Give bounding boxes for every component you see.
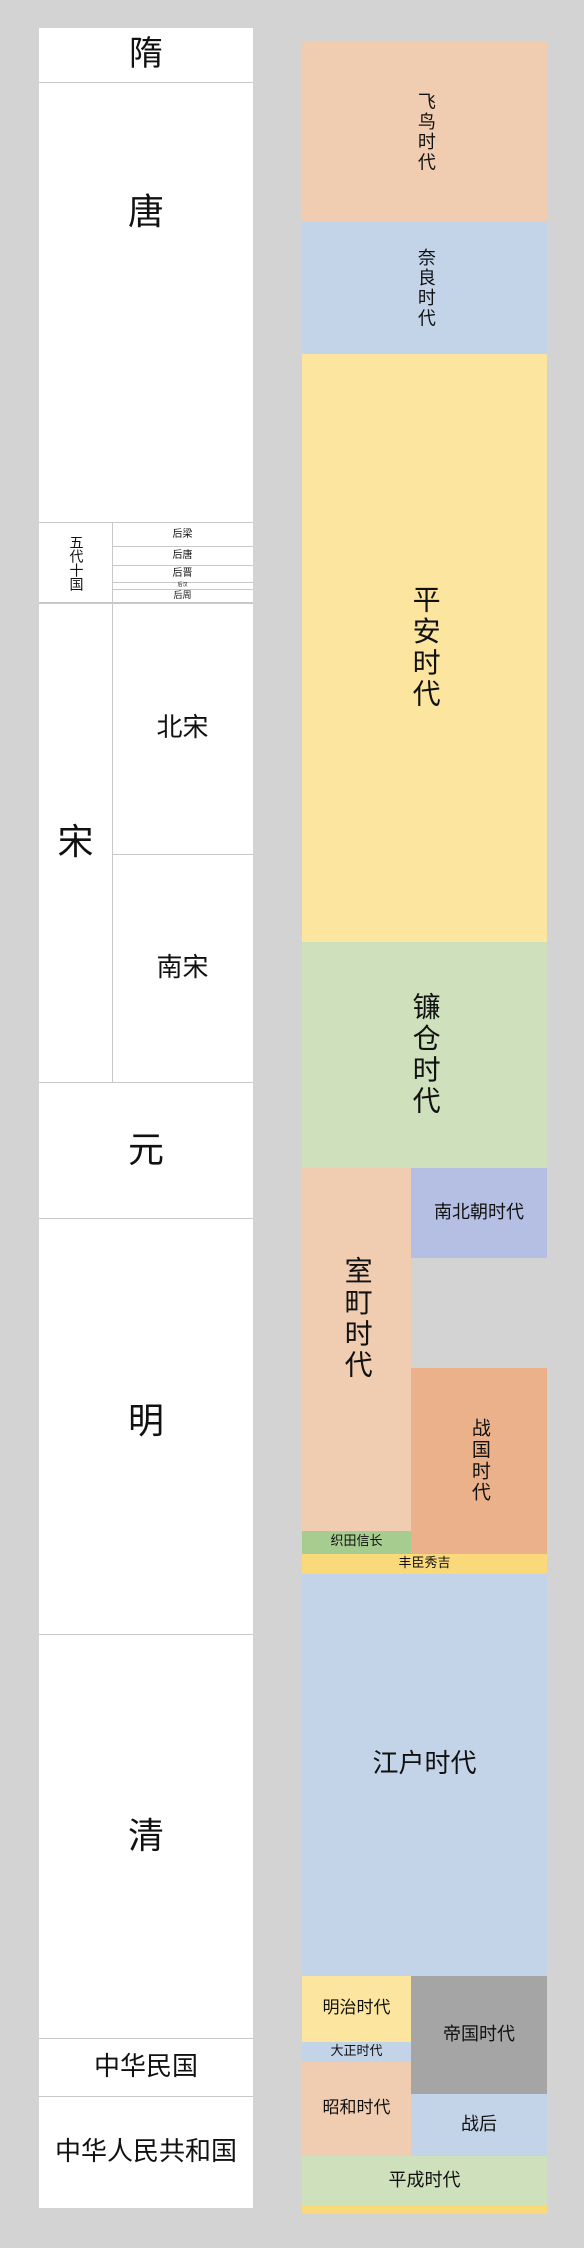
- dynasty-houliang: 后梁: [112, 522, 253, 546]
- period-toyotomi-label: 丰臣秀吉: [398, 1555, 451, 1571]
- dynasty-tang-label: 唐: [127, 191, 164, 233]
- period-showa: 昭和时代: [302, 2062, 411, 2156]
- period-prc-label: 中华人民共和国: [54, 2136, 237, 2167]
- period-reiwa: [302, 2206, 547, 2214]
- period-sengo-label: 战后: [461, 2113, 497, 2135]
- period-nanbokucho: 南北朝时代: [411, 1168, 547, 1258]
- dynasty-houzhou: 后周: [112, 589, 253, 602]
- dynasty-nansong-label: 南宋: [156, 952, 209, 983]
- period-minguo: 中华民国: [39, 2038, 253, 2096]
- dynasty-qing-label: 清: [127, 1815, 164, 1857]
- period-wudai-shiguo: 五代十国: [39, 522, 112, 602]
- period-prc: 中华人民共和国: [39, 2096, 253, 2208]
- dynasty-sui: 隋: [39, 28, 253, 82]
- period-kamakura: 镰仓时代: [302, 942, 547, 1168]
- period-sengoku: 战国时代: [411, 1368, 547, 1554]
- dynasty-houtang-label: 后唐: [172, 550, 193, 562]
- period-heisei: 平成时代: [302, 2156, 547, 2206]
- period-wudai-shiguo-label: 五代十国: [67, 534, 84, 591]
- dynasty-yuan-label: 元: [127, 1129, 164, 1171]
- period-muromachi-label: 室町时代: [340, 1256, 374, 1382]
- dynasty-ming-label: 明: [127, 1400, 164, 1442]
- japan-period-column: 飞鸟时代 奈良时代 平安时代 镰仓时代 室町时代 南北朝时代 战国时代 织田信长…: [302, 42, 547, 2214]
- period-oda-label: 织田信长: [330, 1534, 383, 1550]
- dynasty-qing: 清: [39, 1634, 253, 2038]
- dynasty-ming: 明: [39, 1218, 253, 1634]
- dynasty-yuan: 元: [39, 1082, 253, 1218]
- dynasty-houzhou-label: 后周: [173, 590, 192, 601]
- period-meiji: 明治时代: [302, 1976, 411, 2042]
- dynasty-houhan-label: 后汉: [177, 582, 188, 589]
- period-sengo: 战后: [411, 2094, 547, 2156]
- dynasty-beisong: 北宋: [112, 602, 253, 854]
- period-taisho: 大正时代: [302, 2042, 411, 2062]
- period-nanbokucho-label: 南北朝时代: [434, 1201, 524, 1223]
- period-minguo-label: 中华民国: [93, 2051, 198, 2082]
- dynasty-houhan: 后汉: [112, 582, 253, 589]
- period-asuka-label: 飞鸟时代: [414, 91, 436, 173]
- period-heian-label: 平安时代: [408, 585, 442, 711]
- dynasty-houjin: 后晋: [112, 565, 253, 582]
- dynasty-song-label: 宋: [57, 822, 94, 864]
- china-dynasty-column: 隋 唐 五代十国 后梁 后唐 后晋 后汉 后周 宋 北宋 南宋 元 明 清 中华…: [39, 28, 253, 2208]
- period-heisei-label: 平成时代: [388, 2169, 461, 2191]
- period-toyotomi: 丰臣秀吉: [302, 1554, 547, 1574]
- dynasty-beisong-label: 北宋: [156, 713, 209, 744]
- dynasty-houjin-label: 后晋: [172, 568, 193, 580]
- period-showa-label: 昭和时代: [322, 2098, 391, 2119]
- period-nara-label: 奈良时代: [414, 247, 436, 329]
- period-asuka: 飞鸟时代: [302, 42, 547, 222]
- period-muromachi: 室町时代: [302, 1168, 411, 1540]
- dynasty-sui-label: 隋: [129, 34, 163, 75]
- period-teikoku-label: 帝国时代: [443, 2023, 515, 2045]
- dynasty-houtang: 后唐: [112, 546, 253, 565]
- period-teikoku: 帝国时代: [411, 1976, 547, 2094]
- period-edo: 江户时代: [302, 1574, 547, 1976]
- period-heian: 平安时代: [302, 354, 547, 942]
- period-oda: 织田信长: [302, 1531, 411, 1554]
- dynasty-houliang-label: 后梁: [172, 528, 193, 540]
- period-kamakura-label: 镰仓时代: [408, 992, 442, 1118]
- period-edo-label: 江户时代: [372, 1749, 477, 1780]
- dynasty-tang: 唐: [39, 82, 253, 522]
- period-nara: 奈良时代: [302, 222, 547, 354]
- dynasty-nansong: 南宋: [112, 854, 253, 1082]
- dynasty-song: 宋: [39, 602, 112, 1082]
- period-sengoku-label: 战国时代: [468, 1418, 491, 1504]
- period-taisho-label: 大正时代: [330, 2043, 383, 2059]
- period-meiji-label: 明治时代: [322, 1998, 391, 2019]
